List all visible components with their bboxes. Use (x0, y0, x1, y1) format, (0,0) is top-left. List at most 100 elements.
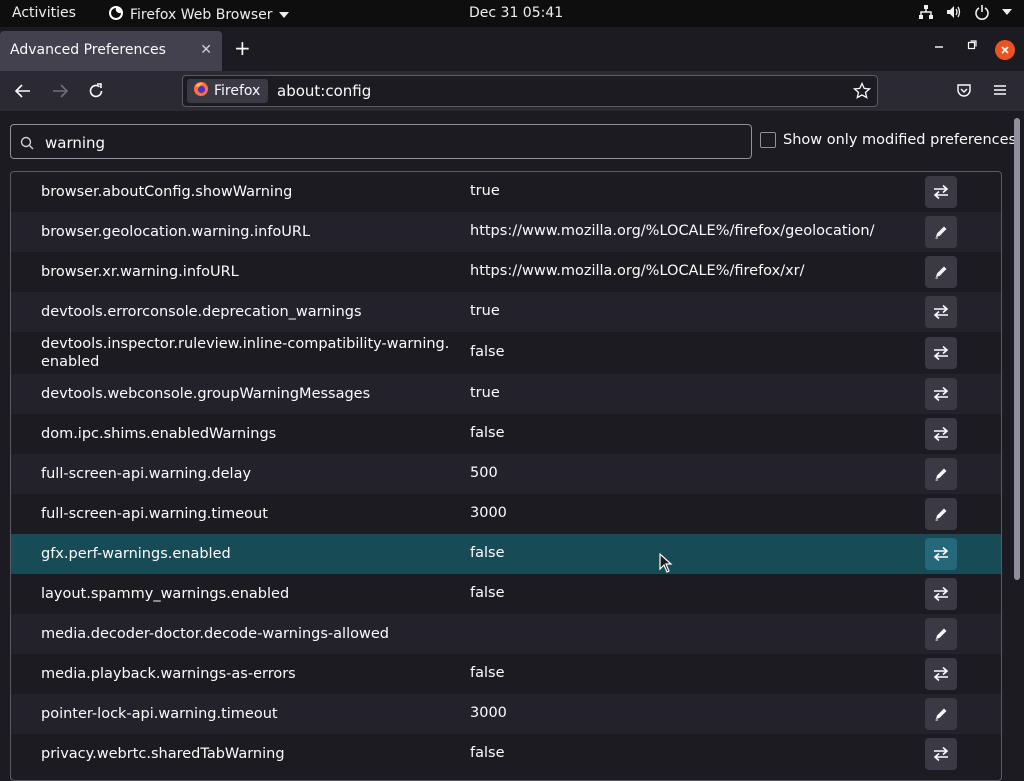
pref-value: false (470, 344, 505, 360)
close-window-button[interactable] (995, 40, 1015, 60)
pref-row[interactable]: gfx.perf-warnings.enabled false (11, 534, 1001, 574)
minimize-icon (935, 46, 943, 48)
search-icon (20, 135, 34, 154)
firefox-logo-icon (193, 81, 209, 101)
volume-icon (946, 4, 962, 20)
minimize-button[interactable] (934, 39, 944, 53)
pref-name: browser.geolocation.warning.infoURL (41, 224, 311, 240)
toggle-arrows-icon (932, 746, 950, 762)
toggle-pref-button[interactable] (925, 176, 957, 208)
scrollbar[interactable] (1014, 118, 1020, 580)
search-input[interactable] (43, 132, 737, 154)
pref-row[interactable]: devtools.inspector.ruleview.inline-compa… (11, 332, 1001, 374)
tab-title: Advanced Preferences (10, 42, 166, 58)
pref-value: 500 (470, 465, 498, 481)
pref-row[interactable]: devtools.errorconsole.deprecation_warnin… (11, 292, 1001, 332)
bookmark-star-icon[interactable] (852, 81, 872, 104)
pref-name: pointer-lock-api.warning.timeout (41, 706, 278, 722)
pref-row[interactable]: browser.aboutConfig.showWarning true (11, 172, 1001, 212)
show-modified-label: Show only modified preferences (783, 132, 1017, 148)
pref-row[interactable]: dom.ipc.shims.enabledWarnings false (11, 414, 1001, 454)
edit-pref-button[interactable] (925, 498, 957, 530)
maximize-icon (967, 40, 977, 50)
pref-name: devtools.inspector.ruleview.inline-compa… (41, 336, 450, 370)
pref-name: dom.ipc.shims.enabledWarnings (41, 426, 277, 442)
url-bar[interactable]: Firefox about:config (182, 75, 878, 107)
pref-name: gfx.perf-warnings.enabled (41, 546, 231, 562)
toggle-arrows-icon (932, 304, 950, 320)
toggle-pref-button[interactable] (925, 538, 957, 570)
toggle-arrows-icon (932, 345, 950, 361)
pref-name: full-screen-api.warning.timeout (41, 506, 268, 522)
system-tray[interactable] (918, 4, 1012, 20)
edit-pref-button[interactable] (925, 458, 957, 490)
pref-value: false (470, 745, 505, 761)
toggle-arrows-icon (932, 546, 950, 562)
network-icon (918, 4, 934, 20)
activities-button[interactable]: Activities (12, 5, 76, 21)
show-modified-toggle[interactable]: Show only modified preferences (760, 132, 1016, 148)
toggle-pref-button[interactable] (925, 296, 957, 328)
new-tab-button[interactable]: + (234, 36, 251, 60)
back-arrow-icon (14, 84, 30, 98)
pref-value: https://www.mozilla.org/%LOCALE%/firefox… (470, 223, 875, 239)
url-text[interactable]: about:config (277, 82, 371, 100)
edit-pref-button[interactable] (925, 256, 957, 288)
pref-row[interactable]: full-screen-api.warning.timeout 3000 (11, 494, 1001, 534)
pref-row[interactable]: browser.xr.warning.infoURL https://www.mo… (11, 252, 1001, 292)
pref-name: privacy.webrtc.sharedTabWarning (41, 746, 285, 762)
pref-value: https://www.mozilla.org/%LOCALE%/firefox… (470, 263, 805, 279)
pref-name: media.playback.warnings-as-errors (41, 666, 296, 682)
toggle-pref-button[interactable] (925, 658, 957, 690)
pref-row[interactable]: browser.geolocation.warning.infoURL https… (11, 212, 1001, 252)
toggle-arrows-icon (932, 666, 950, 682)
identity-box[interactable]: Firefox (187, 79, 269, 103)
pref-row[interactable]: layout.spammy_warnings.enabled false (11, 574, 1001, 614)
show-modified-checkbox[interactable] (760, 132, 776, 148)
reload-icon (89, 83, 103, 98)
tab-advanced-preferences[interactable]: Advanced Preferences ✕ (0, 31, 222, 71)
close-tab-icon[interactable]: ✕ (200, 42, 212, 58)
pref-value: true (470, 303, 500, 319)
pref-name: devtools.webconsole.groupWarningMessages (41, 386, 371, 402)
edit-pref-button[interactable] (925, 618, 957, 650)
pencil-icon (933, 626, 949, 642)
toggle-pref-button[interactable] (925, 418, 957, 450)
pref-row[interactable]: full-screen-api.warning.delay 500 (11, 454, 1001, 494)
pref-value: false (470, 665, 505, 681)
identity-label: Firefox (214, 83, 261, 99)
pref-row[interactable]: media.decoder-doctor.decode-warnings-all… (11, 614, 1001, 654)
pref-row[interactable]: devtools.webconsole.groupWarningMessages… (11, 374, 1001, 414)
toggle-pref-button[interactable] (925, 738, 957, 770)
menu-button[interactable] (992, 82, 1008, 102)
maximize-button[interactable] (967, 39, 977, 53)
pref-row[interactable]: privacy.webrtc.sharedTabWarning false (11, 734, 1001, 774)
app-menu[interactable]: Firefox Web Browser (108, 5, 289, 25)
edit-pref-button[interactable] (925, 216, 957, 248)
toggle-arrows-icon (932, 184, 950, 200)
edit-pref-button[interactable] (925, 698, 957, 730)
pencil-icon (933, 506, 949, 522)
clock[interactable]: Dec 31 05:41 (469, 5, 563, 21)
pref-name: full-screen-api.warning.delay (41, 466, 252, 482)
pref-row[interactable]: media.playback.warnings-as-errors false (11, 654, 1001, 694)
mouse-cursor-icon (659, 552, 673, 577)
pref-row[interactable]: pointer-lock-api.warning.timeout 3000 (11, 694, 1001, 734)
reload-button[interactable] (87, 82, 105, 104)
toggle-arrows-icon (932, 586, 950, 602)
pref-name: devtools.errorconsole.deprecation_warnin… (41, 304, 362, 320)
pref-value: false (470, 545, 505, 561)
system-top-bar: Activities Firefox Web Browser Dec 31 05… (0, 0, 1024, 27)
preference-search[interactable] (10, 124, 752, 159)
pref-name: browser.aboutConfig.showWarning (41, 184, 293, 200)
toggle-pref-button[interactable] (925, 337, 957, 369)
toggle-pref-button[interactable] (925, 578, 957, 610)
toggle-pref-button[interactable] (925, 378, 957, 410)
forward-button[interactable] (51, 82, 69, 104)
firefox-icon (108, 5, 124, 25)
back-button[interactable] (14, 82, 32, 104)
preferences-table: browser.aboutConfig.showWarning true brows… (10, 171, 1002, 781)
pocket-button[interactable] (956, 82, 972, 102)
pref-name: browser.xr.warning.infoURL (41, 264, 239, 280)
pref-value: true (470, 385, 500, 401)
